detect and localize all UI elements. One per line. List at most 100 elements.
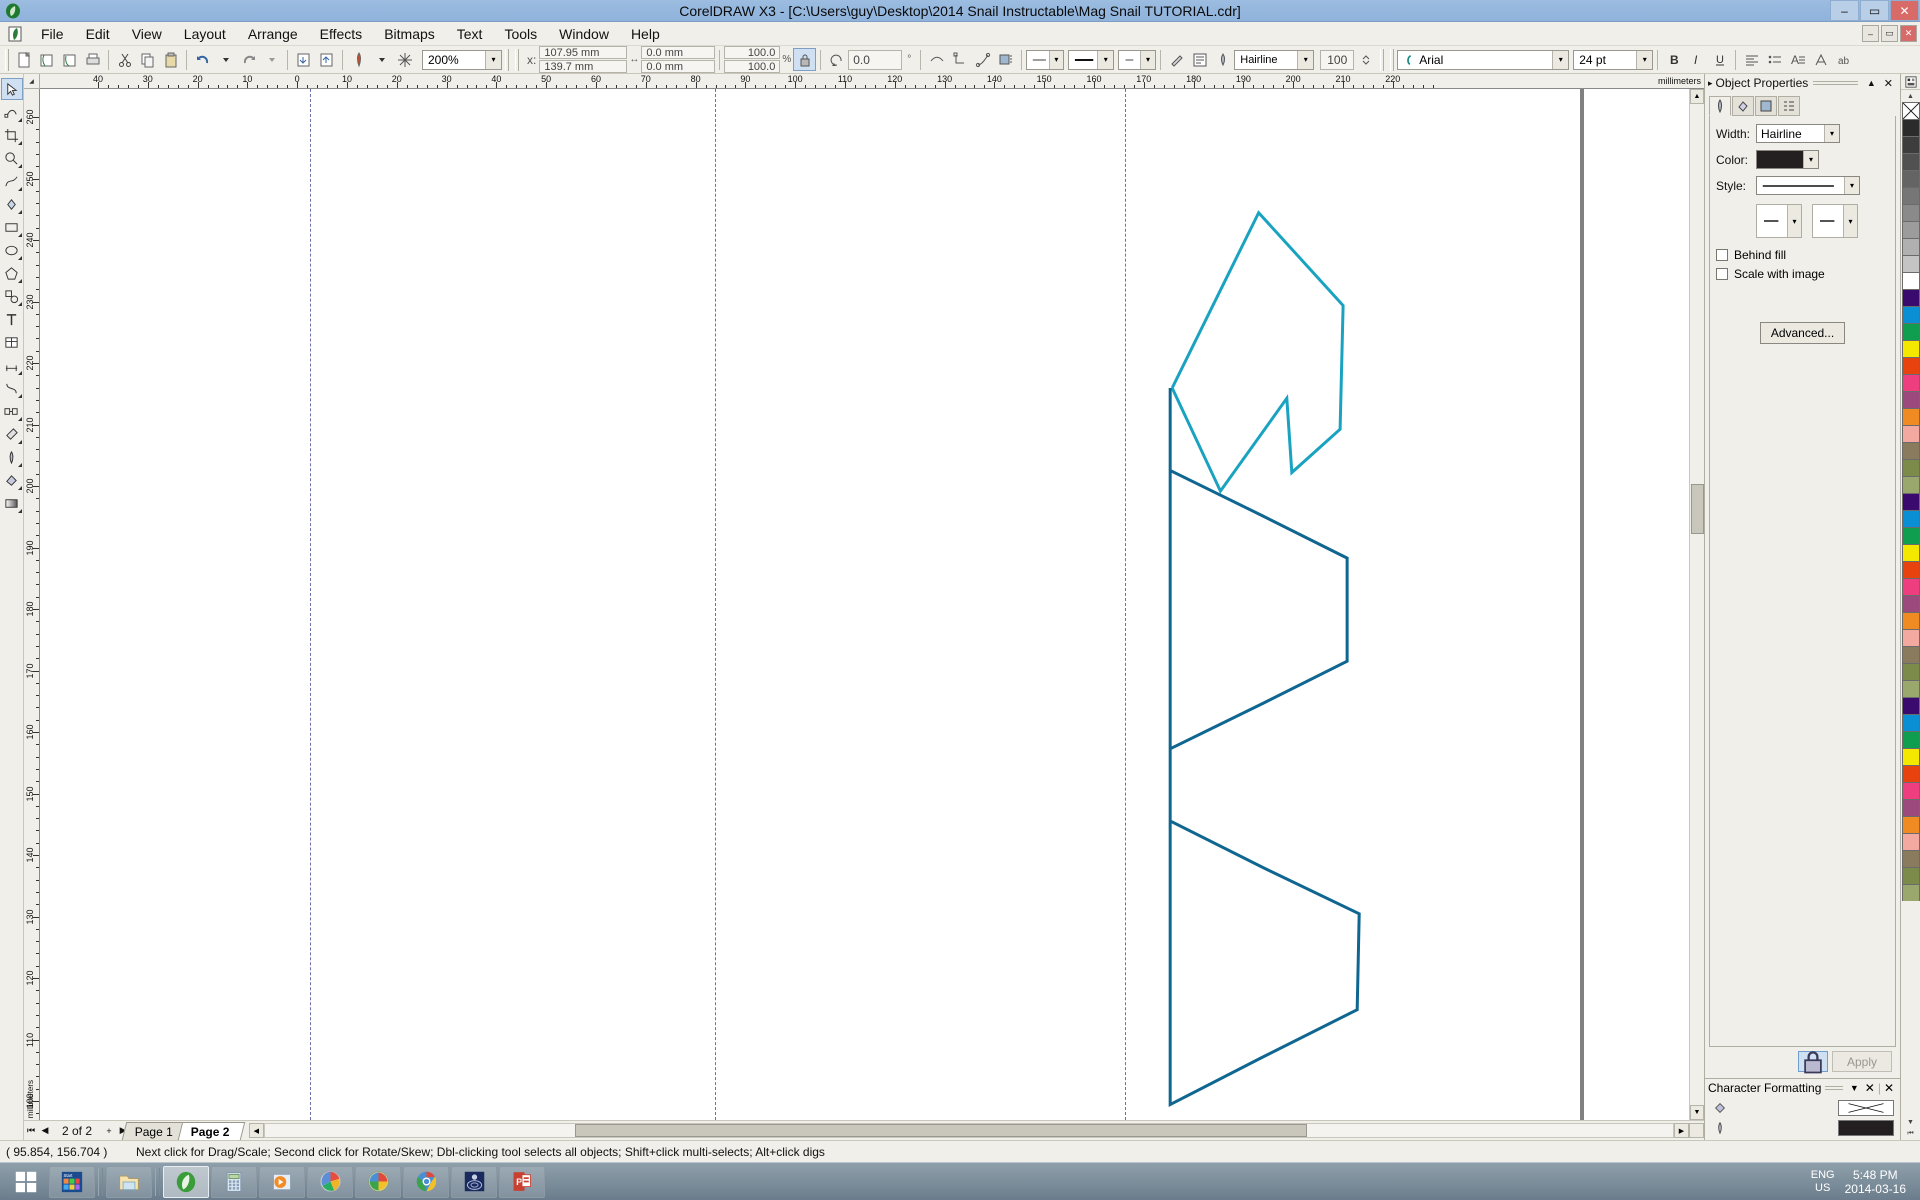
mirror-vertical-icon[interactable]: [948, 48, 971, 71]
tool-connector[interactable]: [1, 377, 23, 399]
drop-cap-icon[interactable]: A: [1786, 48, 1809, 71]
italic-icon[interactable]: I: [1685, 48, 1708, 71]
docker-color-swatch[interactable]: [1757, 151, 1803, 168]
palette-dock-button[interactable]: ⏮: [1901, 1128, 1920, 1140]
wrap-text-icon[interactable]: [994, 48, 1017, 71]
palette-swatch[interactable]: [1901, 680, 1920, 697]
close-button[interactable]: ✕: [1890, 0, 1919, 21]
palette-swatch[interactable]: [1901, 493, 1920, 510]
palette-swatch[interactable]: [1901, 714, 1920, 731]
chevron-down-icon-3[interactable]: ▾: [1097, 50, 1114, 69]
docker-collapse-button[interactable]: ▲: [1863, 78, 1880, 88]
arrow-start-combo[interactable]: ▾: [1118, 49, 1157, 70]
tool-crop[interactable]: [1, 124, 23, 146]
palette-swatch[interactable]: [1901, 102, 1920, 119]
palette-swatch[interactable]: [1901, 408, 1920, 425]
charbar-close-button-2[interactable]: ✕: [1881, 1081, 1897, 1095]
docker-pin-icon[interactable]: ▸: [1708, 78, 1713, 89]
toolbar-grip-5[interactable]: [1390, 48, 1395, 71]
redo-dropdown-icon[interactable]: [260, 48, 283, 71]
new-icon[interactable]: [12, 48, 35, 71]
palette-menu-icon[interactable]: [1901, 74, 1920, 90]
coreldraw-icon[interactable]: [163, 1165, 209, 1198]
zoom-level-combo[interactable]: 200% ▾: [422, 49, 502, 70]
palette-swatch[interactable]: [1901, 595, 1920, 612]
app-launcher-icon[interactable]: [347, 48, 370, 71]
docker-advanced-button[interactable]: Advanced...: [1759, 322, 1846, 344]
underline-icon[interactable]: U: [1708, 48, 1731, 71]
palette-swatch[interactable]: [1901, 272, 1920, 289]
palette-swatch[interactable]: [1901, 221, 1920, 238]
document-icon[interactable]: [4, 23, 26, 45]
coreldraw-logo-icon[interactable]: [2, 1, 24, 21]
canvas-vertical-scrollbar[interactable]: ▲ ▼: [1689, 89, 1704, 1120]
scroll-down-button[interactable]: ▼: [1690, 1105, 1704, 1120]
palette-swatch[interactable]: [1901, 629, 1920, 646]
palette-swatch[interactable]: [1901, 578, 1920, 595]
palette-swatch[interactable]: [1901, 782, 1920, 799]
toolbar-grip-4[interactable]: [1380, 48, 1385, 71]
docker-tab-detail[interactable]: [1778, 96, 1800, 116]
redo-icon[interactable]: [237, 48, 260, 71]
chevron-down-icon-a1[interactable]: ▾: [1787, 205, 1801, 237]
docker-end-arrow-combo[interactable]: ▾: [1812, 204, 1858, 238]
palette-swatch[interactable]: [1901, 561, 1920, 578]
palette-swatch[interactable]: [1901, 697, 1920, 714]
horizontal-scroll-track[interactable]: [263, 1123, 1674, 1138]
palette-swatch[interactable]: [1901, 238, 1920, 255]
options-icon[interactable]: [393, 48, 416, 71]
fill-color-indicator[interactable]: [1838, 1100, 1894, 1116]
scale-h-field[interactable]: 100.0: [724, 46, 781, 59]
start-button[interactable]: [4, 1166, 48, 1198]
tool-blend[interactable]: [1, 400, 23, 422]
outline-width-combo[interactable]: ▾: [1068, 49, 1115, 70]
palette-swatch[interactable]: [1901, 323, 1920, 340]
menu-item-arrange[interactable]: Arrange: [237, 23, 309, 45]
undo-icon[interactable]: [191, 48, 214, 71]
doc-close-button[interactable]: ✕: [1900, 25, 1917, 42]
checkbox-box-scale-image[interactable]: [1716, 268, 1728, 280]
docker-close-button[interactable]: ✕: [1880, 77, 1897, 90]
y-coord-field[interactable]: 139.7 mm: [539, 60, 628, 73]
scroll-left-button[interactable]: ◀: [248, 1123, 264, 1138]
vertical-scroll-thumb[interactable]: [1690, 484, 1704, 534]
palette-scroll-down-button[interactable]: ▼: [1901, 1116, 1920, 1128]
palette-swatch[interactable]: [1901, 731, 1920, 748]
spinner-icon[interactable]: [1354, 48, 1377, 71]
tool-eyedropper[interactable]: [1, 423, 23, 445]
checkbox-box-behind-fill[interactable]: [1716, 249, 1728, 261]
horizontal-scroll-thumb[interactable]: [574, 1124, 1307, 1137]
docker-tab-outline[interactable]: [1709, 96, 1731, 116]
palette-swatch[interactable]: [1901, 442, 1920, 459]
docker-start-arrow-combo[interactable]: ▾: [1756, 204, 1802, 238]
chevron-down-icon-6[interactable]: ▾: [1552, 50, 1569, 69]
bullet-list-icon[interactable]: [1763, 48, 1786, 71]
docker-tab-fill[interactable]: [1732, 96, 1754, 116]
tool-shape[interactable]: [1, 101, 23, 123]
language-indicator[interactable]: ENG US: [1811, 1169, 1835, 1195]
palette-swatch[interactable]: [1901, 765, 1920, 782]
print-icon[interactable]: [81, 48, 104, 71]
chevron-down-icon-a2[interactable]: ▾: [1843, 205, 1857, 237]
tool-basic-shapes[interactable]: [1, 285, 23, 307]
palette-swatch[interactable]: [1901, 340, 1920, 357]
x-coord-field[interactable]: 107.95 mm: [539, 46, 628, 59]
minimize-button[interactable]: –: [1830, 0, 1859, 21]
align-icon[interactable]: [1740, 48, 1763, 71]
toolbar-grip[interactable]: [5, 48, 9, 71]
chevron-down-icon-c[interactable]: ▾: [1803, 151, 1818, 168]
tool-pick[interactable]: [0, 78, 23, 100]
chevron-down-icon-2[interactable]: ▾: [1048, 50, 1064, 69]
palette-swatch[interactable]: [1901, 459, 1920, 476]
outline-style-combo[interactable]: ▾: [1026, 49, 1065, 70]
chevron-down-icon-7[interactable]: ▾: [1636, 50, 1653, 69]
mirror-horizontal-icon[interactable]: [925, 48, 948, 71]
outline-pen-icon[interactable]: [1211, 48, 1234, 71]
outline-width-value-combo[interactable]: Hairline ▾: [1234, 49, 1315, 70]
google-chrome-icon[interactable]: [403, 1165, 449, 1198]
palette-swatch[interactable]: [1901, 867, 1920, 884]
palette-swatch[interactable]: [1901, 357, 1920, 374]
tool-fill[interactable]: [1, 469, 23, 491]
tool-dimension[interactable]: [1, 354, 23, 376]
palette-swatch[interactable]: [1901, 510, 1920, 527]
